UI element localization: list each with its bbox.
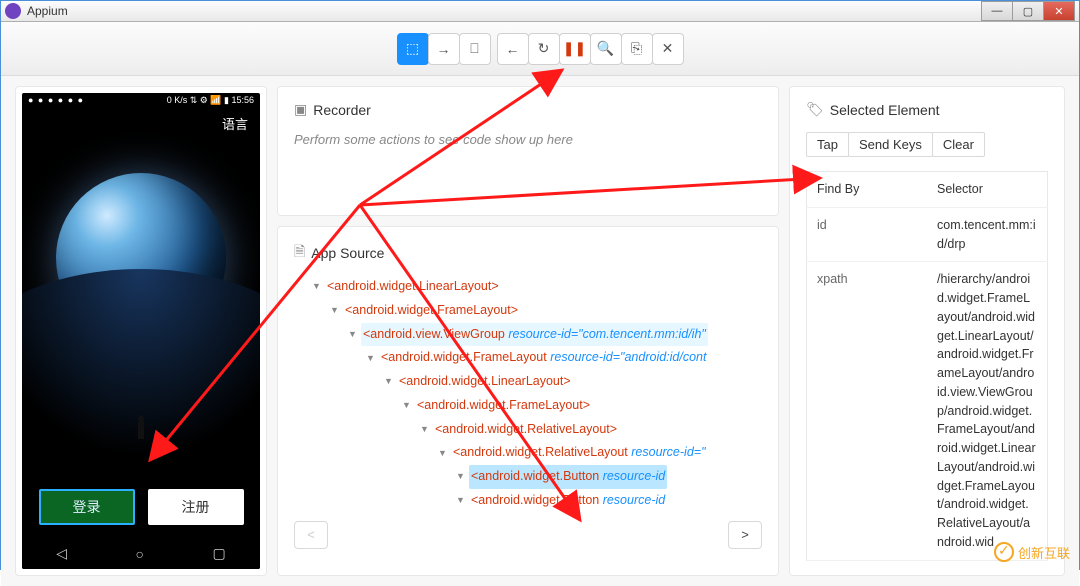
tree-node[interactable]: ▼<android.widget.FrameLayout>	[294, 394, 762, 418]
swipe-button[interactable]: →	[428, 33, 460, 65]
selected-element-column: 🏷Selected Element Tap Send Keys Clear Fi…	[789, 86, 1065, 576]
tree-node[interactable]: ▼<android.widget.FrameLayout>	[294, 299, 762, 323]
titlebar: Appium — ▢ ✕	[1, 1, 1079, 22]
table-row: xpath/hierarchy/android.widget.FrameLayo…	[807, 262, 1048, 560]
toolbar: ⬚ → ⎕ ← ↻ ❚❚ 🔍 ⎘ ✕	[1, 22, 1079, 76]
findby-key: id	[807, 207, 928, 262]
tap-icon: ⎕	[470, 40, 478, 57]
source-tree[interactable]: ▼<android.widget.LinearLayout>▼<android.…	[294, 275, 762, 513]
status-left: ● ● ● ● ● ●	[28, 95, 84, 106]
nav-back-icon: ◁	[56, 545, 67, 562]
refresh-icon: ↻	[538, 40, 550, 57]
tree-node[interactable]: ▼<android.widget.Button resource-id	[294, 465, 762, 489]
main-layout: ● ● ● ● ● ● 0 K/s ⇅ ⚙ 📶 ▮ 15:56 语言 登录 注册	[1, 76, 1079, 586]
record-pause-button[interactable]: ❚❚	[559, 33, 591, 65]
nav-home-icon: ○	[136, 546, 144, 562]
recorder-title: ▣Recorder	[294, 101, 762, 118]
refresh-button[interactable]: ↻	[528, 33, 560, 65]
tree-node[interactable]: ▼<android.widget.LinearLayout>	[294, 370, 762, 394]
findby-value: /hierarchy/android.widget.FrameLayout/an…	[927, 262, 1048, 560]
selected-element-title: 🏷Selected Element	[806, 101, 1048, 118]
app-source-panel: 🗎App Source ▼<android.widget.LinearLayou…	[277, 226, 779, 576]
app-source-title: 🗎App Source	[294, 241, 762, 265]
app-window: Appium — ▢ ✕ ⬚ → ⎕ ← ↻ ❚❚ 🔍 ⎘ ✕	[0, 0, 1080, 570]
close-icon: ✕	[662, 40, 674, 57]
pause-icon: ❚❚	[563, 40, 586, 57]
device-screenshot[interactable]: ● ● ● ● ● ● 0 K/s ⇅ ⚙ 📶 ▮ 15:56 语言 登录 注册	[22, 93, 260, 569]
tree-prev-button[interactable]: <	[294, 521, 328, 549]
device-button-row: 登录 注册	[22, 489, 260, 525]
back-icon: ←	[506, 41, 520, 57]
copy-icon: ⎘	[631, 40, 642, 57]
tree-node[interactable]: ▼<android.widget.RelativeLayout>	[294, 418, 762, 442]
findby-header: Find By	[807, 172, 928, 208]
device-navbar: ◁ ○ ▢	[22, 539, 260, 569]
tree-next-button[interactable]: >	[728, 521, 762, 549]
quit-session-button[interactable]: ✕	[652, 33, 684, 65]
tap-coords-button[interactable]: ⎕	[459, 33, 491, 65]
device-statusbar: ● ● ● ● ● ● 0 K/s ⇅ ⚙ 📶 ▮ 15:56	[22, 93, 260, 108]
arrow-right-icon: →	[437, 41, 451, 57]
select-icon: ⬚	[406, 40, 419, 57]
document-icon: 🗎	[294, 241, 305, 265]
selected-element-panel: 🏷Selected Element Tap Send Keys Clear Fi…	[789, 86, 1065, 576]
record-icon: ▣	[294, 101, 307, 118]
tap-action-button[interactable]: Tap	[806, 132, 849, 157]
status-right: 0 K/s ⇅ ⚙ 📶 ▮ 15:56	[167, 95, 254, 106]
tree-node[interactable]: ▼<android.widget.Button resource-id	[294, 489, 762, 513]
language-label: 语言	[22, 108, 260, 133]
clear-action-button[interactable]: Clear	[932, 132, 985, 157]
device-preview-column: ● ● ● ● ● ● 0 K/s ⇅ ⚙ 📶 ▮ 15:56 语言 登录 注册	[15, 86, 267, 576]
sendkeys-action-button[interactable]: Send Keys	[848, 132, 933, 157]
table-row: idcom.tencent.mm:id/drp	[807, 207, 1048, 262]
search-button[interactable]: 🔍	[590, 33, 622, 65]
login-button[interactable]: 登录	[39, 489, 135, 525]
window-title: Appium	[27, 4, 982, 18]
window-buttons: — ▢ ✕	[982, 1, 1075, 21]
center-column: ▣Recorder Perform some actions to see co…	[277, 86, 779, 576]
recorder-hint: Perform some actions to see code show up…	[294, 118, 762, 147]
recorder-panel: ▣Recorder Perform some actions to see co…	[277, 86, 779, 216]
findby-value: com.tencent.mm:id/drp	[927, 207, 1048, 262]
copy-xml-button[interactable]: ⎘	[621, 33, 653, 65]
tree-node[interactable]: ▼<android.widget.RelativeLayout resource…	[294, 441, 762, 465]
tree-node[interactable]: ▼<android.widget.LinearLayout>	[294, 275, 762, 299]
minimize-button[interactable]: —	[981, 1, 1013, 21]
tree-node[interactable]: ▼<android.widget.FrameLayout resource-id…	[294, 346, 762, 370]
horizon-graphic	[22, 269, 260, 489]
close-window-button[interactable]: ✕	[1043, 1, 1075, 21]
person-silhouette	[138, 421, 144, 439]
maximize-button[interactable]: ▢	[1012, 1, 1044, 21]
tree-pager: < >	[294, 521, 762, 549]
nav-recent-icon: ▢	[213, 545, 226, 562]
find-by-table: Find By Selector idcom.tencent.mm:id/drp…	[806, 171, 1048, 561]
content-area: ⬚ → ⎕ ← ↻ ❚❚ 🔍 ⎘ ✕ ● ● ● ● ● ●	[1, 22, 1079, 586]
back-button[interactable]: ←	[497, 33, 529, 65]
register-button[interactable]: 注册	[148, 489, 244, 525]
selector-header: Selector	[927, 172, 1048, 208]
findby-key: xpath	[807, 262, 928, 560]
app-icon	[5, 3, 21, 19]
element-action-buttons: Tap Send Keys Clear	[806, 132, 1048, 157]
tree-node[interactable]: ▼<android.view.ViewGroup resource-id="co…	[294, 323, 762, 347]
search-icon: 🔍	[597, 40, 614, 57]
device-preview-panel: ● ● ● ● ● ● 0 K/s ⇅ ⚙ 📶 ▮ 15:56 语言 登录 注册	[15, 86, 267, 576]
tag-icon: 🏷	[806, 101, 824, 118]
select-element-button[interactable]: ⬚	[397, 33, 429, 65]
